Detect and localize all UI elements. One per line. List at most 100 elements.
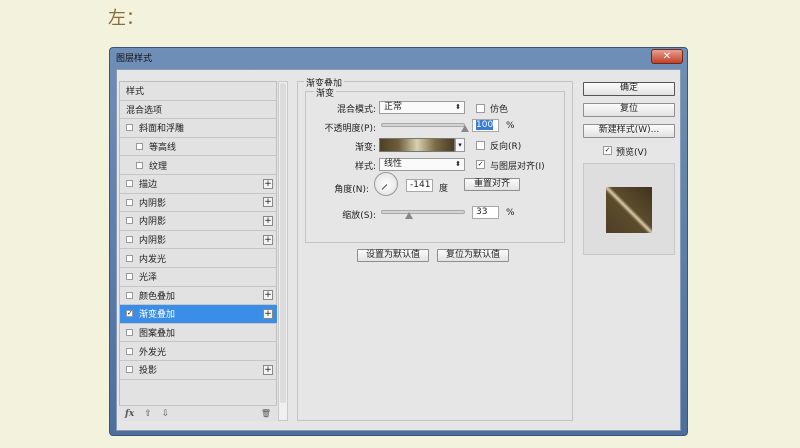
- style-item-label: 等高线: [149, 143, 177, 154]
- styles-list: 样式混合选项斜面和浮雕等高线纹理描边 + 内阴影 + 内阴影 + 内阴影 + 内发光光泽 颜色叠加…: [119, 81, 277, 421]
- style-item[interactable]: 等高线: [120, 138, 277, 157]
- style-item[interactable]: ✓ 渐变叠加 +: [120, 305, 277, 324]
- gradient-subgroup: 渐变 混合模式: 正常 ⬍ 仿色 不透明度(P): 100 % 渐变: ▾ 反向(…: [305, 86, 565, 243]
- style-item-label: 图案叠加: [139, 329, 176, 340]
- degree-label: 度: [439, 184, 449, 194]
- style-item[interactable]: 光泽: [120, 268, 277, 287]
- add-icon[interactable]: +: [263, 364, 273, 375]
- style-item[interactable]: 斜面和浮雕: [120, 119, 277, 138]
- preview-checkbox[interactable]: ✓: [603, 146, 612, 155]
- gradient-swatch[interactable]: [379, 138, 455, 152]
- style-item-label: 描边: [139, 180, 158, 191]
- list-toolbar: fx ⇧ ⇩ 🗑: [119, 405, 277, 421]
- gradient-dropdown[interactable]: ▾: [455, 138, 465, 152]
- close-button[interactable]: ✕: [651, 49, 683, 64]
- style-item-label: 投影: [139, 366, 158, 377]
- style-item[interactable]: 内阴影 +: [120, 212, 277, 231]
- style-checkbox[interactable]: [126, 347, 133, 355]
- add-icon[interactable]: +: [263, 234, 273, 245]
- scale-slider-handle[interactable]: [404, 212, 413, 219]
- style-item[interactable]: 颜色叠加 +: [120, 287, 277, 306]
- reset-align-button[interactable]: 重置对齐: [464, 178, 520, 191]
- ok-button[interactable]: 确定: [583, 82, 675, 96]
- style-checkbox[interactable]: [126, 180, 133, 188]
- scrollbar-thumb[interactable]: [280, 83, 286, 403]
- add-icon[interactable]: +: [263, 290, 273, 301]
- style-item-label: 内阴影: [139, 217, 167, 228]
- subgroup-title: 渐变: [314, 86, 337, 99]
- style-checkbox[interactable]: [126, 198, 133, 206]
- opacity-slider-handle[interactable]: [461, 125, 469, 132]
- preview-thumbnail: [606, 187, 652, 233]
- add-icon[interactable]: +: [263, 197, 273, 208]
- angle-input[interactable]: -141: [406, 179, 433, 192]
- opacity-slider[interactable]: [381, 123, 465, 127]
- style-item-label: 内发光: [139, 254, 167, 265]
- style-select[interactable]: 线性 ⬍: [379, 158, 465, 171]
- opacity-percent: %: [506, 121, 515, 131]
- scale-input[interactable]: 33: [472, 206, 499, 219]
- style-checkbox[interactable]: [126, 273, 133, 281]
- trash-icon[interactable]: 🗑: [261, 409, 271, 418]
- preview-label: 预览(V): [616, 148, 648, 158]
- move-up-icon[interactable]: ⇧: [144, 409, 152, 419]
- style-checkbox[interactable]: ✓: [126, 310, 133, 318]
- style-item[interactable]: 混合选项: [120, 101, 277, 120]
- angle-label: 角度(N):: [334, 185, 369, 195]
- style-checkbox[interactable]: [126, 124, 133, 132]
- style-item[interactable]: 外发光: [120, 342, 277, 361]
- gradient-overlay-group: 渐变叠加 渐变 混合模式: 正常 ⬍ 仿色 不透明度(P): 100 % 渐变: …: [297, 76, 573, 421]
- set-default-button[interactable]: 设置为默认值: [357, 249, 429, 262]
- reverse-label: 反向(R): [490, 142, 522, 152]
- opacity-label: 不透明度(P):: [324, 124, 376, 134]
- scale-percent: %: [506, 208, 515, 218]
- blend-mode-value: 正常: [384, 102, 403, 112]
- add-icon[interactable]: +: [263, 215, 273, 226]
- opacity-input[interactable]: 100: [472, 119, 499, 132]
- style-checkbox[interactable]: [126, 329, 133, 337]
- style-checkbox[interactable]: [136, 143, 143, 151]
- preview-area: [583, 163, 675, 255]
- style-item[interactable]: 描边 +: [120, 175, 277, 194]
- list-scrollbar[interactable]: [278, 81, 288, 421]
- blend-mode-select[interactable]: 正常 ⬍: [379, 101, 465, 114]
- style-checkbox[interactable]: [136, 161, 143, 169]
- style-value: 线性: [384, 159, 403, 169]
- reverse-checkbox[interactable]: [476, 141, 485, 150]
- style-item[interactable]: 内发光: [120, 249, 277, 268]
- style-item[interactable]: 投影 +: [120, 361, 277, 380]
- style-item[interactable]: 样式: [120, 82, 277, 101]
- opacity-value: 100: [476, 120, 494, 130]
- add-icon[interactable]: +: [263, 308, 273, 319]
- align-checkbox[interactable]: ✓: [476, 160, 485, 169]
- style-checkbox[interactable]: [126, 217, 133, 225]
- dither-checkbox[interactable]: [476, 104, 485, 113]
- style-item-label: 内阴影: [139, 198, 167, 209]
- add-icon[interactable]: +: [263, 178, 273, 189]
- scale-label: 缩放(S):: [342, 211, 376, 221]
- style-item-label: 样式: [126, 87, 145, 98]
- style-checkbox[interactable]: [126, 366, 133, 374]
- angle-dial[interactable]: [374, 172, 398, 196]
- move-down-icon[interactable]: ⇩: [162, 409, 170, 419]
- style-checkbox[interactable]: [126, 236, 133, 244]
- align-label: 与图层对齐(I): [490, 162, 545, 172]
- style-checkbox[interactable]: [126, 254, 133, 262]
- style-item[interactable]: 内阴影 +: [120, 194, 277, 213]
- style-item[interactable]: 图案叠加: [120, 324, 277, 343]
- layer-style-dialog: 图层样式 ✕ 样式 混合选项 斜面和浮雕 等高线 纹理 描边 + 内阴影 + 内阴影 + 内阴影 + 内发…: [109, 47, 688, 436]
- reset-button[interactable]: 复位: [583, 103, 675, 117]
- style-item-label: 外发光: [139, 347, 167, 358]
- blend-mode-label: 混合模式:: [336, 105, 376, 115]
- style-item-label: 内阴影: [139, 236, 167, 247]
- fx-icon[interactable]: fx: [125, 409, 134, 419]
- style-item-label: 混合选项: [126, 105, 163, 116]
- dialog-body: 样式混合选项斜面和浮雕等高线纹理描边 + 内阴影 + 内阴影 + 内阴影 + 内发光光泽 颜色叠加…: [116, 69, 681, 431]
- reset-default-button[interactable]: 复位为默认值: [437, 249, 509, 262]
- scale-slider[interactable]: [381, 210, 465, 214]
- style-item[interactable]: 内阴影 +: [120, 231, 277, 250]
- updown-icon: ⬍: [455, 160, 461, 168]
- style-checkbox[interactable]: [126, 291, 133, 299]
- style-item[interactable]: 纹理: [120, 156, 277, 175]
- new-style-button[interactable]: 新建样式(W)...: [583, 124, 675, 138]
